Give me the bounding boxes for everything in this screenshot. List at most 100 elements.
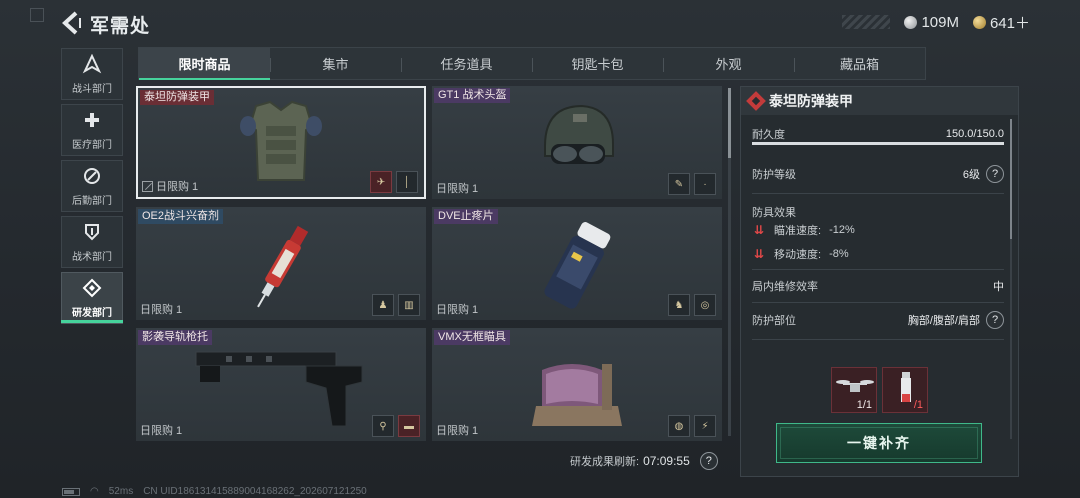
tab-collection-box[interactable]: 藏品箱 xyxy=(794,48,925,79)
dept-label: 战斗部门 xyxy=(72,84,112,95)
shell-icon: ◍ xyxy=(668,415,690,437)
reflex-sight-image xyxy=(532,364,622,426)
figure-icon: ♞ xyxy=(668,294,690,316)
product-card-stimulant[interactable]: OE2战斗兴奋剂 日限购 1 ♟ ▥ xyxy=(136,207,426,320)
repair-value: 中 xyxy=(993,281,1004,293)
protection-area-value: 胸部/腹部/肩部 xyxy=(907,315,980,327)
tab-appearance[interactable]: 外观 xyxy=(663,48,794,79)
running-figure-icon: ♟ xyxy=(372,294,394,316)
effect-value: -12% xyxy=(829,224,855,236)
tab-quest-items[interactable]: 任务道具 xyxy=(401,48,532,79)
effect-label: 移动速度: xyxy=(774,249,822,261)
daily-limit: 日限购 1 xyxy=(436,422,478,438)
product-name: OE2战斗兴奋剂 xyxy=(138,209,224,224)
help-icon[interactable]: ? xyxy=(986,165,1004,183)
medical-cross-icon xyxy=(85,113,99,127)
body-armor-image xyxy=(240,100,322,181)
protection-area-label: 防护部位 xyxy=(752,315,796,327)
rail-stock-image xyxy=(195,351,363,427)
gold-amount: 641＋ xyxy=(989,14,1030,32)
protection-level-value: 6级 xyxy=(962,169,980,181)
dept-logistics[interactable]: 后勤部门 xyxy=(61,160,123,212)
daily-limit-text: 日限购 1 xyxy=(436,425,479,437)
product-name: 泰坦防弹装甲 xyxy=(140,90,214,105)
down-arrow-icon: ⇊ xyxy=(754,223,765,237)
logistics-icon xyxy=(84,168,100,184)
active-dept-indicator xyxy=(61,320,123,323)
syringe-icon: │ xyxy=(396,171,418,193)
detail-item-name: 泰坦防弹装甲 xyxy=(769,93,853,109)
effect-value: -8% xyxy=(829,248,849,260)
required-item-drone[interactable]: 1/1 xyxy=(831,367,877,413)
divider xyxy=(752,339,1004,340)
badge-icon: ▬ xyxy=(398,415,420,437)
refresh-time: 07:09:55 xyxy=(643,454,690,468)
pill-bottle-image xyxy=(544,222,611,309)
repair-label: 局内维修效率 xyxy=(752,281,818,293)
dept-combat[interactable]: 战斗部门 xyxy=(61,48,123,100)
detail-scrollbar[interactable] xyxy=(1010,119,1012,439)
effects-label: 防具效果 xyxy=(752,207,796,219)
dept-research[interactable]: 研发部门 xyxy=(61,272,123,324)
product-card-sight[interactable]: VMX无框瞄具 日限购 1 ◍ ⚡ xyxy=(432,328,722,441)
silver-currency[interactable]: 109M xyxy=(904,14,959,31)
currency-bar: 109M 641＋ xyxy=(842,12,1030,32)
daily-limit-text: 日限购 1 xyxy=(140,304,183,316)
daily-limit: 日限购 1 xyxy=(142,178,198,194)
wifi-icon: ◠ xyxy=(90,486,99,497)
stimulant-syringe-image xyxy=(257,225,309,308)
tab-market[interactable]: 集市 xyxy=(270,48,401,79)
daily-limit-text: 日限购 1 xyxy=(436,304,479,316)
refresh-label: 研发成果刷新: xyxy=(570,456,640,468)
dept-label: 战术部门 xyxy=(72,252,112,263)
restock-all-button[interactable]: 一键补齐 xyxy=(776,423,982,463)
dept-tactical[interactable]: 战术部门 xyxy=(61,216,123,268)
dept-medical[interactable]: 医疗部门 xyxy=(61,104,123,156)
daily-limit-text: 日限购 1 xyxy=(156,181,199,193)
required-item-syringe[interactable]: /1 xyxy=(882,367,928,413)
daily-limit: 日限购 1 xyxy=(140,422,182,438)
tactical-shield-icon xyxy=(85,224,99,241)
research-icon xyxy=(82,278,102,298)
user-uid: CN UID1861314158890041682​62_20260712125… xyxy=(143,486,367,497)
required-count: /1 xyxy=(913,399,923,411)
required-count: 1/1 xyxy=(856,399,872,411)
durability-row: 耐久度 150.0/150.0 xyxy=(752,126,1004,142)
pencil-icon: ✎ xyxy=(668,173,690,195)
product-card-stock[interactable]: 影袭导轨枪托 日限购 1 ⚲ ▬ xyxy=(136,328,426,441)
drone-icon xyxy=(836,380,874,392)
protection-area-row: 防护部位 胸部/腹部/肩部 ? xyxy=(752,311,1004,329)
product-list-scrollbar[interactable] xyxy=(728,88,731,436)
gold-currency[interactable]: 641＋ xyxy=(972,12,1030,33)
help-icon[interactable]: ? xyxy=(699,452,718,470)
product-card-painkiller[interactable]: DVE止疼片 日限购 1 ♞ ◎ xyxy=(432,207,722,320)
effects-header: 防具效果 xyxy=(752,204,1004,220)
effect-aim-speed: ⇊ 瞄准速度: -12% xyxy=(754,222,855,238)
back-button[interactable] xyxy=(60,10,84,36)
product-card-helmet[interactable]: GT1 战术头盔 日限购 1 ✎ · xyxy=(432,86,722,199)
tab-limited[interactable]: 限时商品 xyxy=(139,48,270,80)
page-title: 军需处 xyxy=(90,16,151,37)
down-arrow-icon: ⇊ xyxy=(754,247,765,261)
trash-icon: ▥ xyxy=(398,294,420,316)
silver-amount: 109M xyxy=(921,13,959,31)
decorative-stripes xyxy=(842,15,891,29)
refresh-timer: 研发成果刷新: 07:09:55 ? xyxy=(570,452,718,470)
shop-tabs: 限时商品 集市 任务道具 钥匙卡包 外观 藏品箱 xyxy=(138,47,926,80)
dept-label: 研发部门 xyxy=(72,308,112,319)
protection-level-label: 防护等级 xyxy=(752,169,796,181)
ring-icon: ◎ xyxy=(694,294,716,316)
bolt-icon: ⚡ xyxy=(694,415,716,437)
repair-row: 局内维修效率 中 xyxy=(752,278,1004,294)
divider xyxy=(752,193,1004,194)
limit-icon xyxy=(142,180,153,192)
chevron-left-icon xyxy=(62,11,81,35)
daily-limit-text: 日限购 1 xyxy=(140,425,183,437)
pin-icon: ⚲ xyxy=(372,415,394,437)
daily-limit-text: 日限购 1 xyxy=(436,183,479,195)
dept-label: 后勤部门 xyxy=(72,196,112,207)
tab-keycards[interactable]: 钥匙卡包 xyxy=(532,48,663,79)
help-icon[interactable]: ? xyxy=(986,311,1004,329)
battery-icon xyxy=(62,487,80,496)
product-card-armor[interactable]: 泰坦防弹装甲 日限购 1 ✈ │ xyxy=(136,86,426,199)
